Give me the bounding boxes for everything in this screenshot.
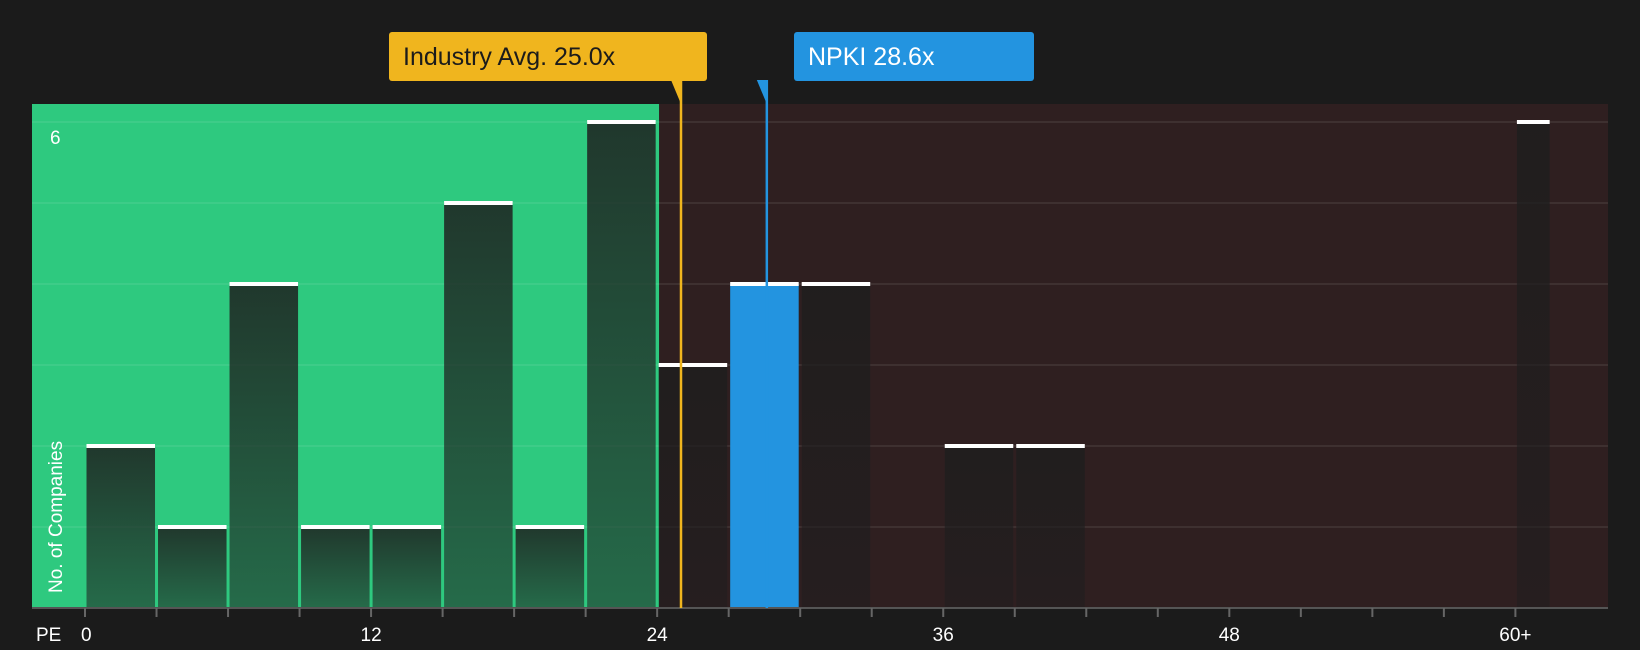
histogram-bar (587, 122, 656, 608)
x-axis-title: PE (36, 625, 61, 646)
histogram-bar (158, 527, 227, 608)
histogram-bar (372, 527, 442, 608)
bar-top-marker (801, 282, 871, 286)
company-pe-label: NPKI 28.6x (808, 43, 935, 71)
bar-top-marker (86, 444, 156, 448)
histogram-bar (301, 527, 370, 608)
bar-top-marker (301, 525, 370, 529)
histogram-bar (658, 365, 728, 608)
histogram-bar (229, 284, 299, 608)
industry-avg-label: Industry Avg. 25.0x (403, 43, 616, 71)
bar-top-marker (229, 282, 299, 286)
x-tick-label: 60+ (1499, 625, 1531, 646)
histogram-bar (730, 284, 799, 608)
histogram-bar (801, 284, 871, 608)
bar-top-marker (730, 282, 799, 286)
x-tick-label: 0 (81, 625, 92, 646)
bar-top-marker (587, 120, 656, 124)
above-average-zone (659, 104, 1608, 608)
bar-top-marker (658, 363, 728, 367)
company-pe-pointer (756, 80, 767, 104)
y-axis-title: No. of Companies (46, 441, 67, 593)
bar-top-marker (944, 444, 1014, 448)
histogram-bar (444, 203, 513, 608)
x-tick-label: 24 (647, 625, 669, 646)
bar-top-marker (372, 525, 442, 529)
x-tick-label: 12 (361, 625, 382, 646)
bar-top-marker (515, 525, 585, 529)
histogram-bar (944, 446, 1014, 608)
histogram-bar (515, 527, 585, 608)
x-axis: 0 12 24 36 48 60+ (32, 607, 1608, 646)
bar-top-marker (444, 201, 513, 205)
industry-avg-pointer (671, 80, 681, 104)
bar-top-marker (1516, 120, 1550, 124)
histogram-bar (86, 446, 156, 608)
bar-top-marker (1016, 444, 1085, 448)
y-tick-label: 6 (50, 128, 61, 149)
x-tick-label: 48 (1219, 625, 1240, 646)
x-tick-label: 36 (933, 625, 954, 646)
histogram-bar (1016, 446, 1085, 608)
pe-distribution-chart: 6 0 12 24 36 48 60+ Industry Avg. 25.0x NPKI 2… (32, 32, 1608, 646)
bar-top-marker (158, 525, 227, 529)
histogram-bar (1516, 122, 1550, 608)
